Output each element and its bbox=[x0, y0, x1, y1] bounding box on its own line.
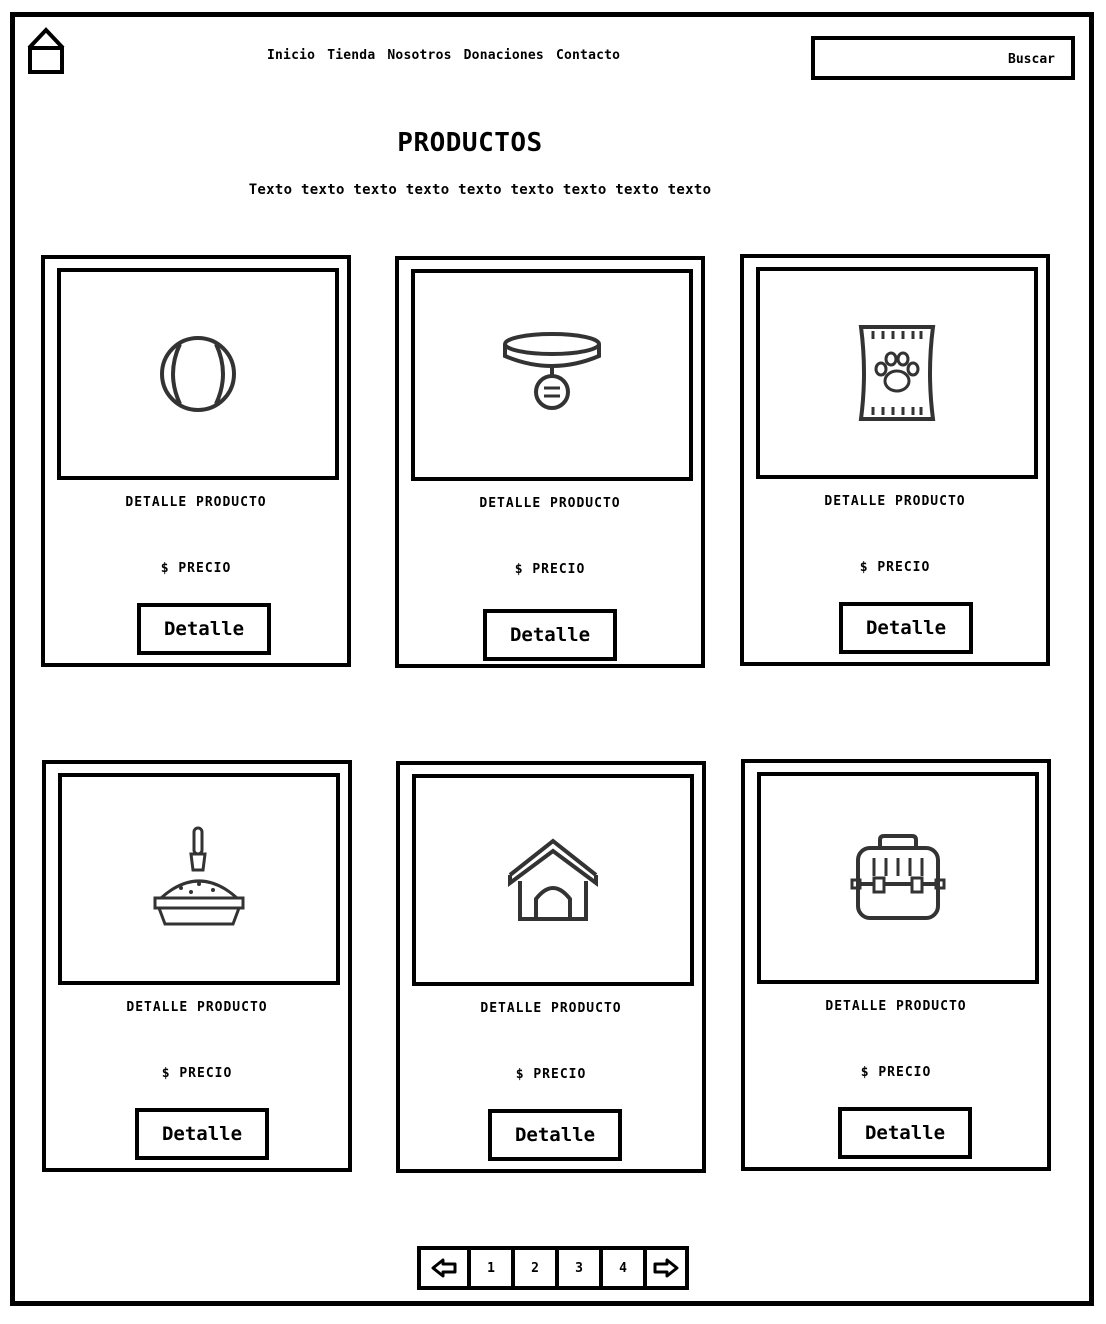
product-image bbox=[757, 772, 1039, 984]
product-detail: DETALLE PRODUCTO bbox=[825, 999, 967, 1014]
product-card: DETALLE PRODUCTO $ PRECIO Detalle bbox=[741, 759, 1051, 1171]
page-title: PRODUCTOS bbox=[397, 128, 543, 158]
page-button-3[interactable]: 3 bbox=[559, 1250, 603, 1286]
product-card: DETALLE PRODUCTO $ PRECIO Detalle bbox=[42, 760, 352, 1172]
product-detail: DETALLE PRODUCTO bbox=[479, 496, 621, 511]
detail-button[interactable]: Detalle bbox=[135, 1108, 269, 1160]
nav-item-donaciones[interactable]: Donaciones bbox=[464, 48, 544, 63]
product-price: $ PRECIO bbox=[515, 1067, 587, 1082]
detail-button[interactable]: Detalle bbox=[483, 609, 617, 661]
product-image bbox=[57, 268, 339, 480]
arrow-left-icon bbox=[431, 1258, 457, 1278]
page-button-4[interactable]: 4 bbox=[603, 1250, 647, 1286]
product-image bbox=[412, 774, 694, 986]
detail-button[interactable]: Detalle bbox=[838, 1107, 972, 1159]
nav-item-tienda[interactable]: Tienda bbox=[327, 48, 375, 63]
product-image bbox=[411, 269, 693, 481]
search-box: Buscar bbox=[811, 36, 1075, 80]
page-button-1[interactable]: 1 bbox=[471, 1250, 515, 1286]
detail-button[interactable]: Detalle bbox=[839, 602, 973, 654]
product-price: $ PRECIO bbox=[160, 561, 232, 576]
product-image bbox=[58, 773, 340, 985]
main-nav: Inicio Tienda Nosotros Donaciones Contac… bbox=[267, 48, 624, 63]
product-image bbox=[756, 267, 1038, 479]
nav-item-nosotros[interactable]: Nosotros bbox=[387, 48, 451, 63]
product-detail: DETALLE PRODUCTO bbox=[480, 1001, 622, 1016]
product-price: $ PRECIO bbox=[514, 562, 586, 577]
litter-box-scoop-icon bbox=[153, 826, 245, 926]
detail-button[interactable]: Detalle bbox=[137, 603, 271, 655]
search-button[interactable]: Buscar bbox=[1008, 52, 1055, 67]
product-detail: DETALLE PRODUCTO bbox=[824, 494, 966, 509]
pagination: 1 2 3 4 bbox=[417, 1246, 689, 1290]
product-card: DETALLE PRODUCTO $ PRECIO Detalle bbox=[395, 256, 705, 668]
home-icon[interactable] bbox=[26, 26, 66, 76]
product-price: $ PRECIO bbox=[859, 560, 931, 575]
next-page-button[interactable] bbox=[647, 1250, 685, 1286]
nav-item-contacto[interactable]: Contacto bbox=[556, 48, 620, 63]
product-detail: DETALLE PRODUCTO bbox=[125, 495, 267, 510]
collar-icon bbox=[503, 332, 601, 410]
product-price: $ PRECIO bbox=[860, 1065, 932, 1080]
prev-page-button[interactable] bbox=[421, 1250, 471, 1286]
product-price: $ PRECIO bbox=[161, 1066, 233, 1081]
pet-carrier-icon bbox=[850, 834, 946, 920]
page-subtitle: Texto texto texto texto texto texto text… bbox=[248, 182, 712, 198]
product-card: DETALLE PRODUCTO $ PRECIO Detalle bbox=[41, 255, 351, 667]
dog-house-icon bbox=[508, 838, 598, 921]
page-button-2[interactable]: 2 bbox=[515, 1250, 559, 1286]
search-input[interactable] bbox=[821, 44, 995, 72]
product-detail: DETALLE PRODUCTO bbox=[126, 1000, 268, 1015]
nav-item-inicio[interactable]: Inicio bbox=[267, 48, 315, 63]
product-card: DETALLE PRODUCTO $ PRECIO Detalle bbox=[396, 761, 706, 1173]
product-card: DETALLE PRODUCTO $ PRECIO Detalle bbox=[740, 254, 1050, 666]
ball-icon bbox=[160, 336, 236, 412]
pet-food-bag-icon bbox=[858, 325, 936, 421]
detail-button[interactable]: Detalle bbox=[488, 1109, 622, 1161]
arrow-right-icon bbox=[653, 1258, 679, 1278]
